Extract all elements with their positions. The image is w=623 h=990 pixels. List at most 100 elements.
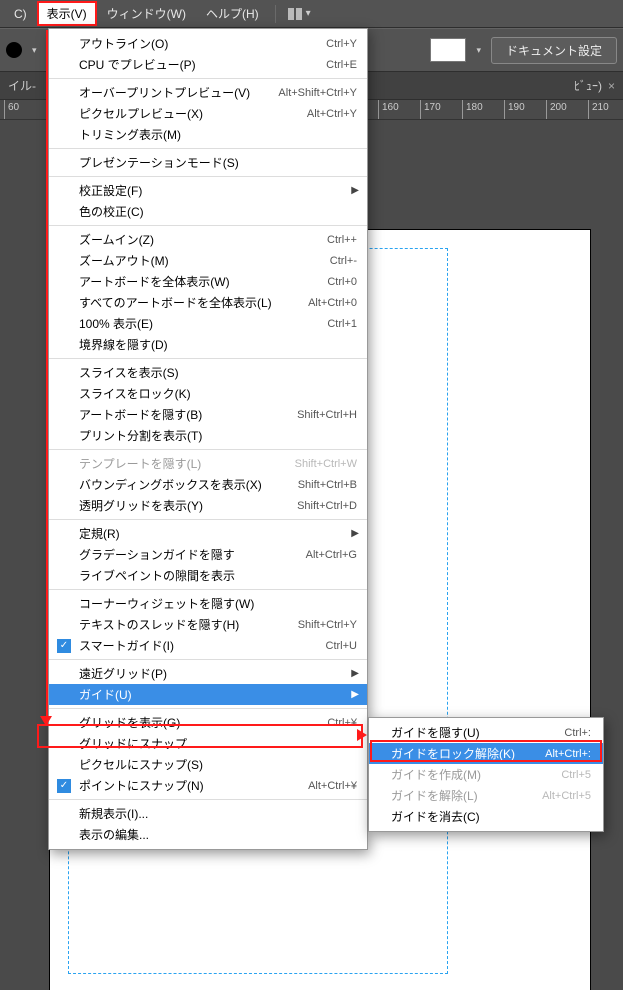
stroke-swatch[interactable] [430,38,466,62]
menu-item-shortcut: Shift+Ctrl+D [297,500,357,512]
menu-item[interactable]: オーバープリントプレビュー(V)Alt+Shift+Ctrl+Y [49,82,367,103]
menu-item[interactable]: プリント分割を表示(T) [49,425,367,446]
menu-item[interactable]: テキストのスレッドを隠す(H)Shift+Ctrl+Y [49,614,367,635]
menu-item[interactable]: ズームイン(Z)Ctrl++ [49,229,367,250]
menu-item-label: テンプレートを隠す(L) [79,455,295,472]
menu-item-label: すべてのアートボードを全体表示(L) [79,294,308,311]
menu-item[interactable]: 表示の編集... [49,824,367,845]
menu-separator [49,176,367,177]
menu-item[interactable]: ピクセルプレビュー(X)Alt+Ctrl+Y [49,103,367,124]
menu-item[interactable]: コーナーウィジェットを隠す(W) [49,593,367,614]
menu-item-label: アートボードを全体表示(W) [79,273,327,290]
menu-item-label: コーナーウィジェットを隠す(W) [79,595,357,612]
submenu-item[interactable]: ガイドを消去(C) [369,806,603,827]
menu-item-shortcut: Ctrl+¥ [327,717,357,729]
menu-item-label: スライスをロック(K) [79,385,357,402]
menu-divider [275,5,276,23]
menu-item[interactable]: ライブペイントの隙間を表示 [49,565,367,586]
menu-item[interactable]: バウンディングボックスを表示(X)Shift+Ctrl+B [49,474,367,495]
chevron-down-icon[interactable]: ▾ [472,45,485,56]
menu-separator [49,799,367,800]
menu-item-label: ライブペイントの隙間を表示 [79,567,357,584]
menu-item[interactable]: ガイド(U)▶ [49,684,367,705]
menu-view[interactable]: 表示(V) [37,1,97,26]
menu-item[interactable]: 校正設定(F)▶ [49,180,367,201]
view-menu-dropdown: アウトライン(O)Ctrl+YCPU でプレビュー(P)Ctrl+E オーバープリ… [48,28,368,850]
menu-item[interactable]: 遠近グリッド(P)▶ [49,663,367,684]
menu-item-label: 色の校正(C) [79,203,357,220]
menu-item-shortcut: Alt+Ctrl+¥ [308,780,357,792]
menu-item[interactable]: 透明グリッドを表示(Y)Shift+Ctrl+D [49,495,367,516]
check-icon: ✓ [57,639,71,653]
menu-separator [49,225,367,226]
document-tab[interactable]: ﾋﾞｭｰ) × [574,77,615,94]
menu-item-shortcut: Ctrl+U [326,640,357,652]
menu-item[interactable]: 100% 表示(E)Ctrl+1 [49,313,367,334]
fill-swatch[interactable] [6,42,22,58]
chevron-down-icon: ▾ [306,8,311,19]
menu-separator [49,519,367,520]
menu-item-shortcut: Ctrl+- [330,255,357,267]
menu-item-shortcut: Ctrl+1 [327,318,357,330]
menu-item-label: 校正設定(F) [79,182,357,199]
menu-item[interactable]: ピクセルにスナップ(S) [49,754,367,775]
menu-item-shortcut: Shift+Ctrl+Y [298,619,357,631]
menu-item[interactable]: ズームアウト(M)Ctrl+- [49,250,367,271]
menu-item[interactable]: アートボードを隠す(B)Shift+Ctrl+H [49,404,367,425]
menu-item[interactable]: プレゼンテーションモード(S) [49,152,367,173]
close-icon[interactable]: × [608,79,615,93]
menu-item[interactable]: スライスをロック(K) [49,383,367,404]
menu-item[interactable]: グリッドにスナップ [49,733,367,754]
menu-help[interactable]: ヘルプ(H) [196,1,269,26]
menu-bar: C) 表示(V) ウィンドウ(W) ヘルプ(H) ▾ [0,0,623,28]
menu-item-shortcut: Alt+Ctrl+Y [307,108,357,120]
chevron-right-icon: ▶ [351,689,359,700]
menu-item[interactable]: 定規(R)▶ [49,523,367,544]
menu-prev-fragment[interactable]: C) [4,3,37,25]
menu-item[interactable]: グリッドを表示(G)Ctrl+¥ [49,712,367,733]
arrange-documents-button[interactable]: ▾ [282,8,317,20]
menu-item-shortcut: Ctrl++ [327,234,357,246]
chevron-right-icon: ▶ [351,668,359,679]
menu-item[interactable]: アウトライン(O)Ctrl+Y [49,33,367,54]
document-setup-button[interactable]: ドキュメント設定 [491,37,617,64]
menu-separator [49,148,367,149]
submenu-item: ガイドを解除(L)Alt+Ctrl+5 [369,785,603,806]
menu-item[interactable]: ✓スマートガイド(I)Ctrl+U [49,635,367,656]
submenu-item-shortcut: Alt+Ctrl+: [545,748,591,760]
menu-item-shortcut: Ctrl+Y [326,38,357,50]
menu-item[interactable]: トリミング表示(M) [49,124,367,145]
submenu-item-label: ガイドを作成(M) [391,766,561,783]
menu-item-label: 透明グリッドを表示(Y) [79,497,297,514]
menu-item-label: バウンディングボックスを表示(X) [79,476,298,493]
menu-item[interactable]: ✓ ポイントにスナップ(N)Alt+Ctrl+¥ [49,775,367,796]
menu-separator [49,449,367,450]
tab-label: イル- [8,77,36,94]
menu-item[interactable]: CPU でプレビュー(P)Ctrl+E [49,54,367,75]
submenu-item[interactable]: ガイドを隠す(U)Ctrl+: [369,722,603,743]
menu-item-label: グリッドにスナップ [79,735,357,752]
document-tab[interactable]: イル- [8,77,36,94]
menu-item[interactable]: すべてのアートボードを全体表示(L)Alt+Ctrl+0 [49,292,367,313]
submenu-item-shortcut: Ctrl+5 [561,769,591,781]
menu-item[interactable]: 新規表示(I)... [49,803,367,824]
menu-item[interactable]: アートボードを全体表示(W)Ctrl+0 [49,271,367,292]
menu-item-label: ポイントにスナップ(N) [79,777,308,794]
menu-item-label: アートボードを隠す(B) [79,406,297,423]
menu-separator [49,659,367,660]
menu-item[interactable]: スライスを表示(S) [49,362,367,383]
menu-item[interactable]: グラデーションガイドを隠すAlt+Ctrl+G [49,544,367,565]
menu-item-label: プリント分割を表示(T) [79,427,357,444]
menu-item[interactable]: 色の校正(C) [49,201,367,222]
check-icon: ✓ [57,779,71,793]
submenu-item-shortcut: Alt+Ctrl+5 [542,790,591,802]
menu-separator [49,589,367,590]
menu-window[interactable]: ウィンドウ(W) [97,1,196,26]
guide-submenu: ガイドを隠す(U)Ctrl+:ガイドをロック解除(K)Alt+Ctrl+: ガイド… [368,717,604,832]
ruler-tick: 160 [382,102,399,113]
submenu-item-label: ガイドを消去(C) [391,808,591,825]
menu-item[interactable]: 境界線を隠す(D) [49,334,367,355]
submenu-item[interactable]: ガイドをロック解除(K)Alt+Ctrl+: [369,743,603,764]
ruler-tick: 210 [592,102,609,113]
chevron-down-icon[interactable]: ▾ [28,45,41,56]
